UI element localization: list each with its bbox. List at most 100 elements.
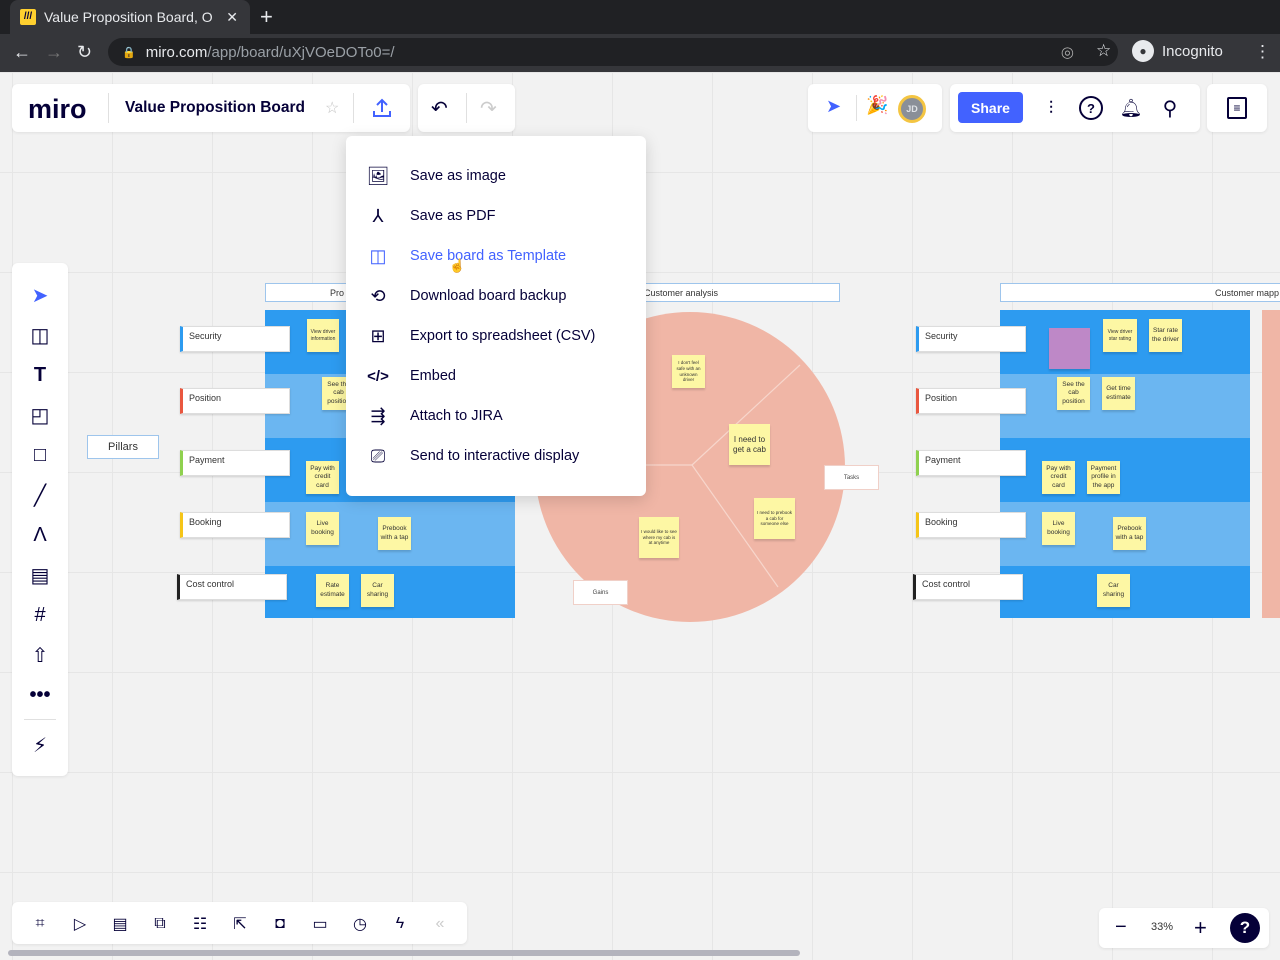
row-label-security[interactable]: Security [180,326,290,352]
sticky-note-icon[interactable]: ◰ [12,395,68,435]
sticky-note[interactable]: I would like to see where my cab is at a… [639,517,679,558]
sticky-note[interactable]: Rate estimate [316,574,349,607]
sticky-note[interactable]: Payment profile in the app [1087,461,1120,494]
row-label-position[interactable]: Position [180,388,290,414]
presentation-icon[interactable]: ▷ [68,912,92,936]
row-label-position[interactable]: Position [916,388,1026,414]
sticky-note[interactable]: View driver information [307,319,339,352]
bookmark-star-icon[interactable]: ☆ [1096,41,1111,61]
gains-label[interactable]: Gains [573,580,628,605]
mind-map-icon[interactable]: ◘ [268,912,292,936]
cursor-tracking-icon[interactable]: ➤ [826,96,841,117]
zoom-in-icon[interactable]: + [1194,915,1207,941]
sticky-note[interactable]: Live booking [1042,512,1075,545]
collapse-icon[interactable]: « [428,912,452,936]
sticky-note[interactable]: Get time estimate [1102,377,1135,410]
menu-item-label: Download board backup [410,288,567,304]
back-icon[interactable]: ← [13,42,31,63]
zoom-out-icon[interactable]: − [1115,916,1127,939]
browser-menu-icon[interactable]: ⋮ [1254,42,1271,62]
horizontal-scrollbar[interactable] [8,950,800,956]
bottom-toolbar: ⌗ ▷ ▤ ⧉ ☷ ⇱ ◘ ▭ ◷ ϟ « [12,902,467,944]
sticky-note[interactable]: Prebook with a tap [378,517,411,550]
sticky-note-purple[interactable] [1049,328,1090,369]
menu-item-embed[interactable]: </> Embed [346,356,646,396]
celebrate-icon[interactable]: 🎉 [866,95,888,116]
right-frame-board[interactable] [1000,310,1250,618]
sticky-note[interactable]: Pay with credit card [1042,461,1075,494]
reload-icon[interactable]: ↻ [77,42,92,63]
plugin-icon[interactable]: ⚡︎ [12,725,68,765]
lightning-icon[interactable]: ϟ [388,912,412,936]
text-tool-icon[interactable]: T [12,355,68,395]
tasks-label[interactable]: Tasks [824,465,879,490]
sticky-note[interactable]: View driver star rating [1103,319,1137,352]
tracking-blocked-icon[interactable]: ◎ [1061,43,1074,61]
export-icon[interactable] [371,97,393,119]
close-tab-icon[interactable]: ✕ [226,9,238,26]
help-button[interactable]: ? [1230,913,1260,943]
menu-item-export-csv[interactable]: ⊞ Export to spreadsheet (CSV) [346,316,646,356]
cards-icon[interactable]: ☷ [188,912,212,936]
menu-item-save-template[interactable]: ◫ Save board as Template [346,236,646,276]
forward-icon[interactable]: → [45,42,63,63]
bell-icon[interactable]: 🔔︎ [1119,96,1143,120]
row-label-booking[interactable]: Booking [916,512,1026,538]
frame-icon[interactable]: # [12,595,68,635]
row-label-booking[interactable]: Booking [180,512,290,538]
sticky-note[interactable]: I need to prebook a cab for someone else [754,498,795,539]
comment-icon[interactable]: ▤ [12,555,68,595]
screen-share-icon[interactable]: ⇱ [228,912,252,936]
templates-icon[interactable]: ◫ [12,315,68,355]
chat-icon[interactable]: ⧉ [148,912,172,936]
board-title[interactable]: Value Proposition Board [125,99,305,117]
zoom-level[interactable]: 33% [1151,921,1173,933]
comments-icon[interactable]: ▤ [108,912,132,936]
settings-sliders-icon[interactable]: ⫶ [1039,96,1063,120]
undo-icon[interactable]: ↶ [431,96,448,121]
video-icon[interactable]: ▭ [308,912,332,936]
shape-tool-icon[interactable]: □ [12,435,68,475]
menu-item-label: Save as PDF [410,208,496,224]
sticky-note[interactable]: I need to get a cab [729,424,770,465]
sticky-note[interactable]: Live booking [306,512,339,545]
browser-tab[interactable]: /// Value Proposition Board, O ✕ [10,0,250,34]
frames-icon[interactable]: ⌗ [28,912,52,936]
upload-icon[interactable]: ⇧ [12,635,68,675]
divider [353,93,354,123]
menu-item-attach-jira[interactable]: ⇶ Attach to JIRA [346,396,646,436]
menu-item-download-backup[interactable]: ⟲ Download board backup [346,276,646,316]
sticky-note[interactable]: Car sharing [361,574,394,607]
customer-mapping-header: Customer mapp [1000,283,1280,302]
board-notes-icon[interactable]: ≡ [1227,97,1247,119]
row-label-security[interactable]: Security [916,326,1026,352]
incognito-indicator[interactable]: ● Incognito [1132,40,1223,62]
row-label-cost-control[interactable]: Cost control [913,574,1023,600]
more-tools-icon[interactable]: ••• [12,675,68,715]
star-icon[interactable]: ☆ [325,98,339,118]
sticky-note[interactable]: Star rate the driver [1149,319,1182,352]
sticky-note[interactable]: Prebook with a tap [1113,517,1146,550]
menu-item-send-display[interactable]: ⎚ Send to interactive display [346,436,646,476]
redo-icon[interactable]: ↷ [480,96,497,121]
row-label-payment[interactable]: Payment [916,450,1026,476]
search-icon[interactable]: ⚲ [1158,96,1182,120]
share-button[interactable]: Share [958,92,1023,123]
line-tool-icon[interactable]: ╱ [12,475,68,515]
timer-icon[interactable]: ◷ [348,912,372,936]
sticky-note[interactable]: Pay with credit card [306,461,339,494]
sticky-note[interactable]: See the cab position [1057,377,1090,410]
menu-item-save-pdf[interactable]: ⅄ Save as PDF [346,196,646,236]
sticky-note[interactable]: Car sharing [1097,574,1130,607]
avatar[interactable]: JD [898,95,926,123]
menu-item-save-image[interactable]: 🖼︎ Save as image [346,156,646,196]
miro-logo[interactable]: miro [28,94,87,125]
sticky-note[interactable]: I don't feel safe with an unknown driver [672,355,705,388]
row-label-payment[interactable]: Payment [180,450,290,476]
url-field[interactable]: 🔒 miro.com/app/board/uXjVOeDOTo0=/ ◎ [108,38,1118,66]
help-icon[interactable]: ? [1079,96,1103,120]
pen-tool-icon[interactable]: Λ [12,515,68,555]
row-label-cost-control[interactable]: Cost control [177,574,287,600]
select-tool-icon[interactable]: ➤ [12,275,68,315]
new-tab-button[interactable]: + [260,4,273,30]
